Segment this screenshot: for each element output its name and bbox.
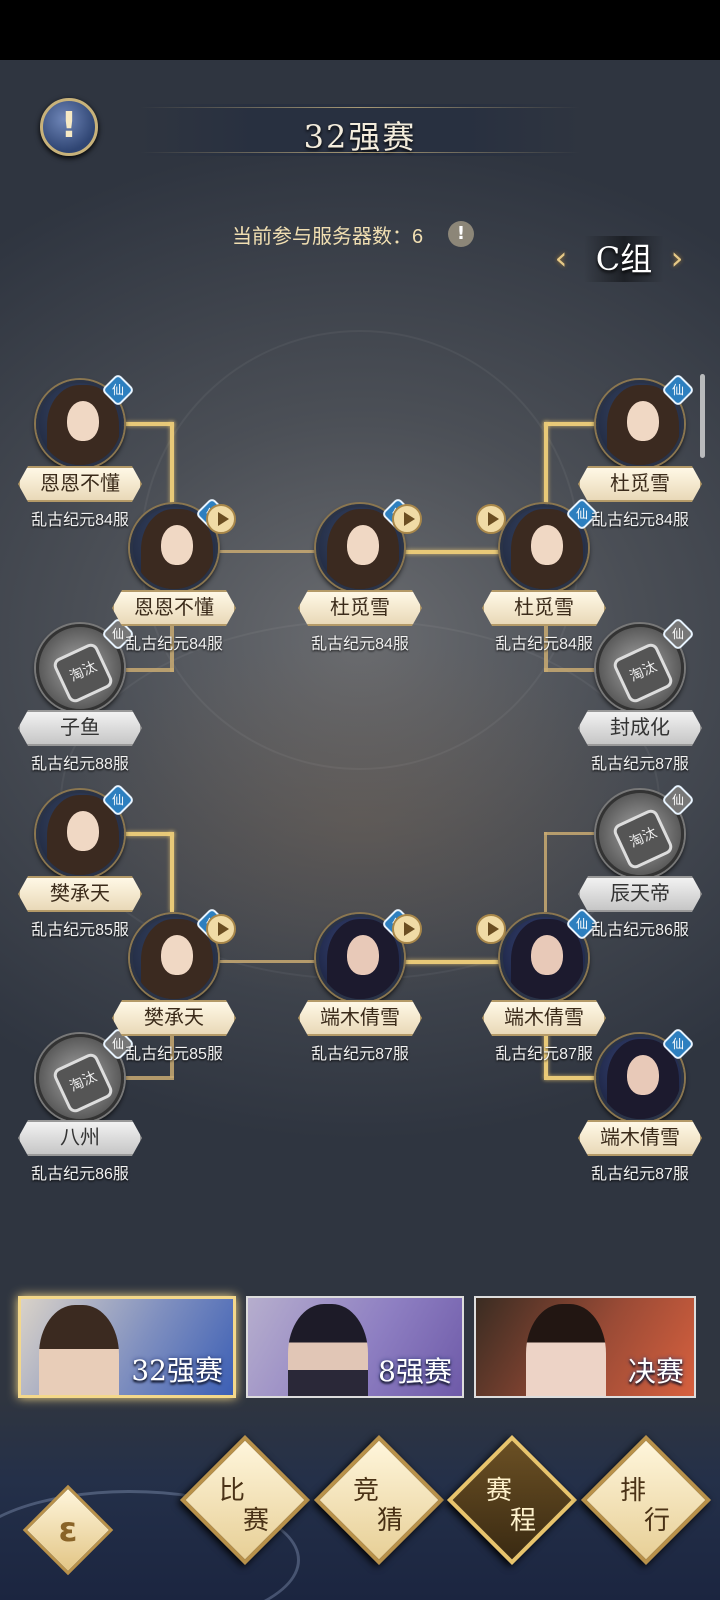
- tab-round-8[interactable]: 8强赛: [246, 1296, 464, 1398]
- nav-rank-label: 排行: [620, 1476, 671, 1536]
- player-name: 樊承天: [18, 876, 142, 912]
- player-server: 乱古纪元86服: [31, 1166, 129, 1183]
- player-name: 杜觅雪: [578, 466, 702, 502]
- bracket-line: [544, 832, 547, 912]
- player-name: 杜觅雪: [482, 590, 606, 626]
- server-info-icon[interactable]: !: [448, 221, 474, 247]
- rules-info-button[interactable]: !: [40, 98, 98, 156]
- player-server: 乱古纪元87服: [311, 1046, 409, 1063]
- nav-bet-label: 竞猜: [353, 1476, 404, 1536]
- player-card[interactable]: 仙 端木倩雪 乱古纪元87服: [578, 1027, 702, 1194]
- page-title: 32强赛: [303, 118, 417, 156]
- player-name: 端木倩雪: [482, 1000, 606, 1036]
- tab-final[interactable]: 决赛: [474, 1296, 696, 1398]
- player-name: 端木倩雪: [298, 1000, 422, 1036]
- player-name: 杜觅雪: [298, 590, 422, 626]
- nav-match-label: 比赛: [219, 1476, 270, 1536]
- nav-schedule-label: 赛程: [486, 1476, 537, 1536]
- player-card[interactable]: 仙 恩恩不懂 乱古纪元84服: [112, 497, 236, 664]
- player-name: 子鱼: [18, 710, 142, 746]
- replay-play-icon[interactable]: [392, 914, 422, 944]
- player-server: 乱古纪元84服: [591, 512, 689, 529]
- replay-play-icon[interactable]: [206, 914, 236, 944]
- next-group-button[interactable]: ›: [660, 240, 694, 278]
- player-server: 乱古纪元88服: [31, 756, 129, 773]
- status-bar: [0, 0, 720, 60]
- player-server: 乱古纪元87服: [591, 756, 689, 773]
- replay-play-icon[interactable]: [476, 914, 506, 944]
- tab-label: 决赛: [627, 1355, 684, 1388]
- replay-play-icon[interactable]: [206, 504, 236, 534]
- player-name: 八州: [18, 1120, 142, 1156]
- title-bar: 32强赛: [140, 104, 580, 156]
- player-server: 乱古纪元86服: [591, 922, 689, 939]
- replay-play-icon[interactable]: [476, 504, 506, 534]
- player-card[interactable]: 仙 杜觅雪 乱古纪元84服: [298, 497, 422, 664]
- player-server: 乱古纪元87服: [591, 1166, 689, 1183]
- player-name: 封成化: [578, 710, 702, 746]
- tab-label: 8强赛: [378, 1355, 452, 1388]
- player-server: 乱古纪元84服: [311, 636, 409, 653]
- bracket-line: [170, 422, 174, 506]
- server-count-label: 当前参与服务器数：6: [232, 226, 424, 248]
- tournament-screen: ! 32强赛 当前参与服务器数：6 ! ‹ C组 › 仙 恩恩不懂 乱古纪元84…: [0, 0, 720, 1600]
- player-name: 端木倩雪: [578, 1120, 702, 1156]
- player-card[interactable]: 仙 端木倩雪 乱古纪元87服: [298, 907, 422, 1074]
- player-name: 樊承天: [112, 1000, 236, 1036]
- player-card[interactable]: 仙 杜觅雪 乱古纪元84服: [578, 373, 702, 540]
- player-card[interactable]: 淘汰 仙 辰天帝 乱古纪元86服: [578, 783, 702, 950]
- bracket-line: [170, 832, 174, 912]
- player-name: 辰天帝: [578, 876, 702, 912]
- bracket-line: [544, 422, 548, 506]
- tab-round-32[interactable]: 32强赛: [18, 1296, 236, 1398]
- player-server: 乱古纪元85服: [125, 1046, 223, 1063]
- player-card[interactable]: 仙 樊承天 乱古纪元85服: [112, 907, 236, 1074]
- player-name: 恩恩不懂: [18, 466, 142, 502]
- player-server: 乱古纪元84服: [125, 636, 223, 653]
- group-selector: ‹ C组 ›: [544, 236, 694, 282]
- back-icon: ε: [58, 1510, 78, 1550]
- tab-label: 32强赛: [131, 1354, 223, 1387]
- prev-group-button[interactable]: ‹: [544, 240, 578, 278]
- player-card[interactable]: 淘汰 仙 封成化 乱古纪元87服: [578, 617, 702, 784]
- replay-play-icon[interactable]: [392, 504, 422, 534]
- player-name: 恩恩不懂: [112, 590, 236, 626]
- group-label: C组: [584, 236, 664, 282]
